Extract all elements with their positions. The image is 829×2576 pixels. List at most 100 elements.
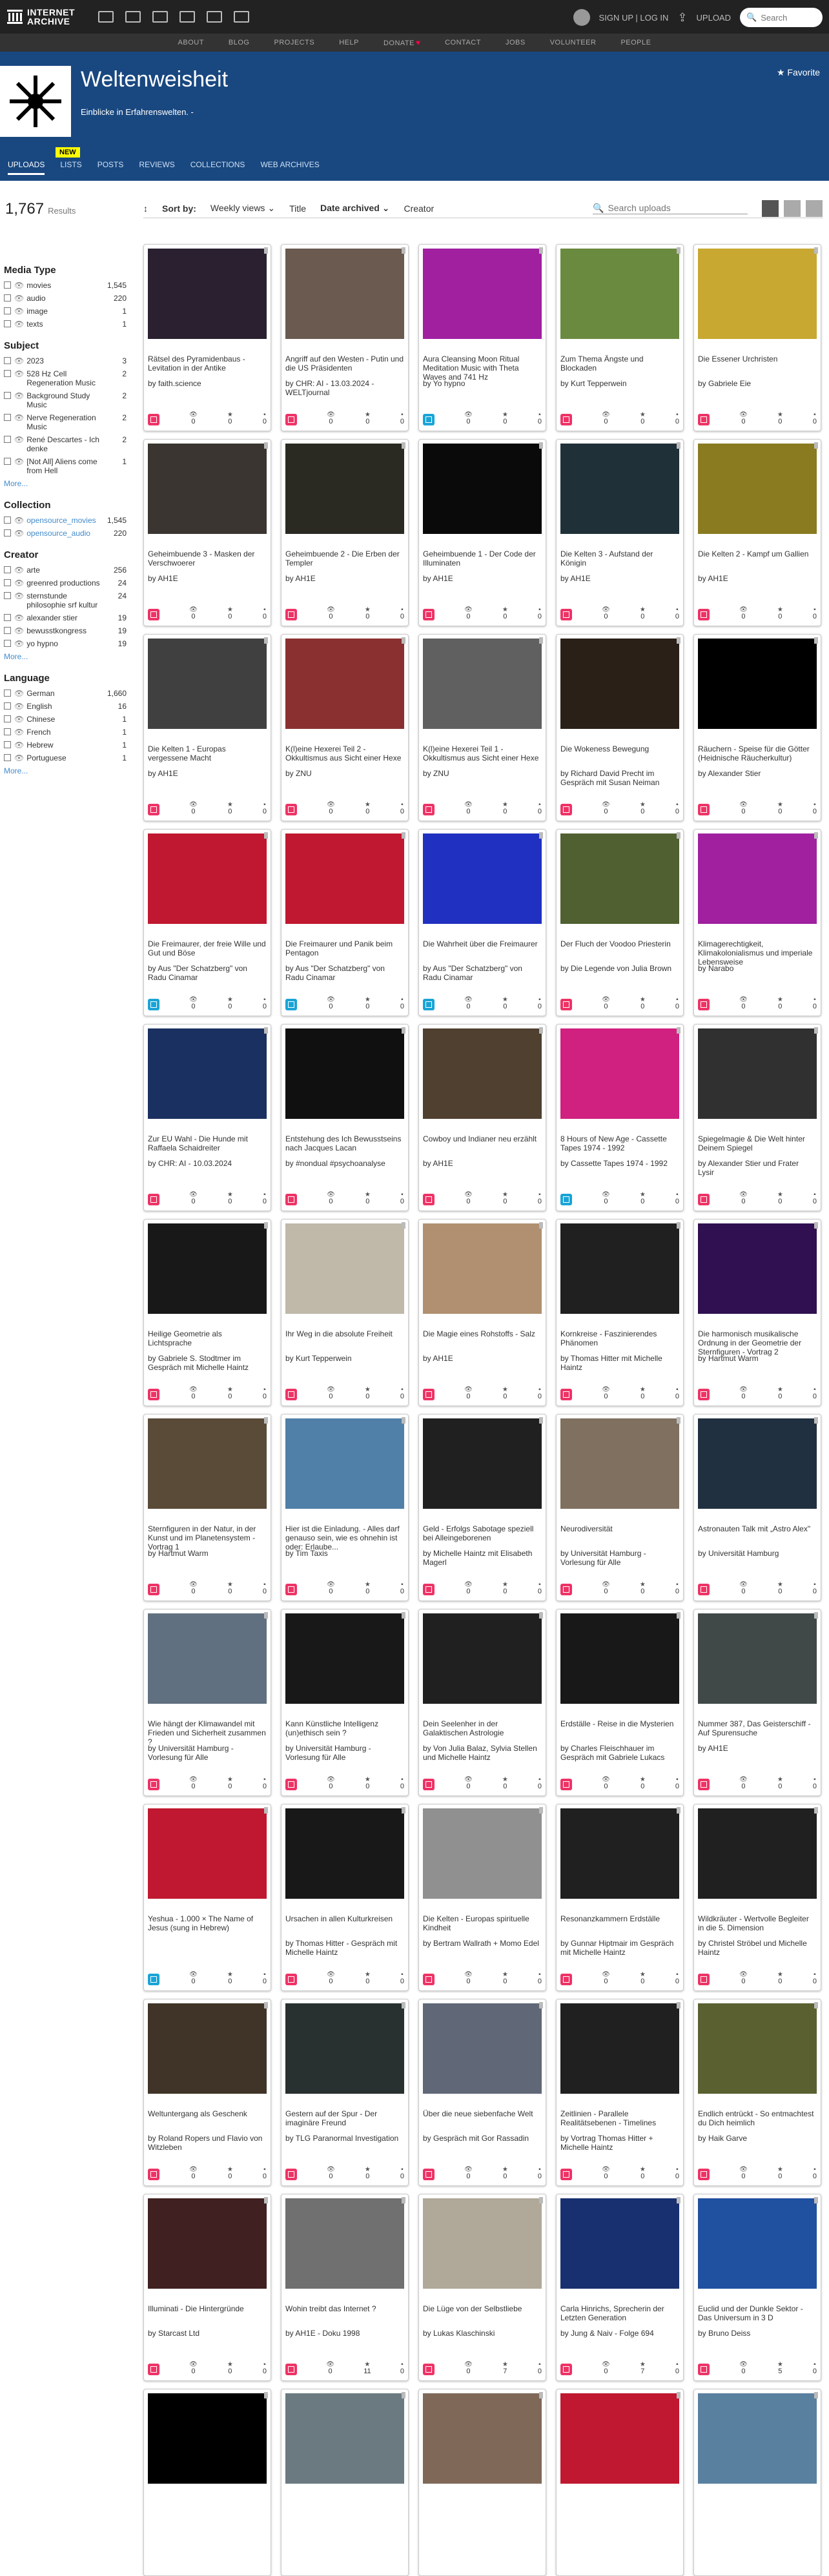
tile-menu-icon[interactable] <box>814 442 818 449</box>
tile-menu-icon[interactable] <box>402 2392 405 2398</box>
eye-icon[interactable]: 👁 <box>14 728 24 737</box>
item-title[interactable]: Wie hängt der Klimawandel mit Frieden un… <box>148 1719 267 1746</box>
item-title[interactable]: Sternfiguren in der Natur, in der Kunst … <box>148 1524 267 1551</box>
item-tile[interactable]: K(l)eine Hexerei Teil 2 - Okkultismus au… <box>281 634 409 821</box>
texts-icon[interactable] <box>125 11 141 23</box>
search-uploads[interactable]: 🔍 <box>593 203 748 214</box>
item-tile[interactable]: Ursachen in allen Kulturkreisen by Thomas… <box>281 1804 409 1991</box>
item-thumbnail[interactable] <box>148 2198 267 2289</box>
item-tile[interactable]: Geheimbuende 2 - Die Erben der Templer by… <box>281 439 409 626</box>
item-thumbnail[interactable] <box>285 1223 404 1314</box>
item-thumbnail[interactable] <box>560 1028 679 1119</box>
facet-row[interactable]: 👁 French 1 <box>4 728 127 737</box>
item-thumbnail[interactable] <box>148 1418 267 1509</box>
item-tile[interactable] <box>418 2389 546 2576</box>
tab-web-archives[interactable]: WEB ARCHIVES <box>260 160 319 175</box>
eye-icon[interactable]: 👁 <box>14 715 24 724</box>
facet-checkbox[interactable] <box>4 436 11 443</box>
top-search-input[interactable] <box>761 12 819 23</box>
item-thumbnail[interactable] <box>423 639 542 729</box>
facet-checkbox[interactable] <box>4 516 11 524</box>
tile-menu-icon[interactable] <box>677 247 681 254</box>
item-thumbnail[interactable] <box>148 1808 267 1899</box>
eye-icon[interactable]: 👁 <box>14 741 24 750</box>
item-tile[interactable]: Zum Thema Ängste und Blockaden by Kurt Te… <box>556 244 684 431</box>
item-title[interactable]: 8 Hours of New Age - Cassette Tapes 1974… <box>560 1134 679 1152</box>
facet-checkbox[interactable] <box>4 294 11 302</box>
tile-menu-icon[interactable] <box>264 442 268 449</box>
item-title[interactable]: Neurodiversität <box>560 1524 679 1533</box>
item-thumbnail[interactable] <box>148 1223 267 1314</box>
facet-checkbox[interactable] <box>4 640 11 647</box>
facet-checkbox[interactable] <box>4 690 11 697</box>
item-thumbnail[interactable] <box>698 2003 817 2094</box>
item-thumbnail[interactable] <box>698 639 817 729</box>
item-tile[interactable]: Die Kelten - Europas spirituelle Kindhei… <box>418 1804 546 1991</box>
tile-menu-icon[interactable] <box>539 247 543 254</box>
facet-more-link[interactable]: More... <box>4 652 127 661</box>
facet-row[interactable]: 👁 Portuguese 1 <box>4 753 127 762</box>
top-search[interactable]: 🔍 <box>740 8 823 27</box>
item-thumbnail[interactable] <box>698 444 817 534</box>
tile-menu-icon[interactable] <box>677 2197 681 2203</box>
facet-checkbox[interactable] <box>4 754 11 761</box>
facet-row[interactable]: 👁 image 1 <box>4 307 127 316</box>
item-thumbnail[interactable] <box>285 1613 404 1704</box>
eye-icon[interactable]: 👁 <box>14 626 24 635</box>
eye-icon[interactable]: 👁 <box>14 578 24 588</box>
nav-jobs[interactable]: JOBS <box>506 39 526 46</box>
tile-menu-icon[interactable] <box>677 2392 681 2398</box>
tile-menu-icon[interactable] <box>677 1807 681 1814</box>
item-thumbnail[interactable] <box>285 833 404 924</box>
eye-icon[interactable]: 👁 <box>14 413 24 422</box>
facet-name[interactable]: opensource_audio <box>26 529 90 538</box>
item-thumbnail[interactable] <box>698 1418 817 1509</box>
tile-menu-icon[interactable] <box>539 2392 543 2398</box>
compact-view-icon[interactable] <box>806 199 823 217</box>
item-title[interactable]: Die Kelten 3 - Aufstand der Königin <box>560 549 679 567</box>
facet-row[interactable]: 👁 Chinese 1 <box>4 715 127 724</box>
item-title[interactable]: Cowboy und Indianer neu erzählt <box>423 1134 542 1143</box>
tile-menu-icon[interactable] <box>814 1417 818 1424</box>
item-tile[interactable]: Die Wahrheit über die Freimaurer by Aus "… <box>418 829 546 1016</box>
item-tile[interactable]: Wie hängt der Klimawandel mit Frieden un… <box>143 1609 271 1796</box>
tile-menu-icon[interactable] <box>814 1807 818 1814</box>
item-title[interactable]: Geheimbuende 2 - Die Erben der Templer <box>285 549 404 567</box>
facet-checkbox[interactable] <box>4 579 11 586</box>
item-title[interactable]: Kann Künstliche Intelligenz (un)ethisch … <box>285 1719 404 1737</box>
item-title[interactable]: Die Freimaurer und Panik beim Pentagon <box>285 939 404 957</box>
item-tile[interactable]: Illuminati - Die Hintergründe by Starcast… <box>143 2194 271 2381</box>
item-title[interactable]: Kornkreise - Faszinierendes Phänomen <box>560 1329 679 1347</box>
tile-menu-icon[interactable] <box>402 247 405 254</box>
item-thumbnail[interactable] <box>560 249 679 339</box>
tile-menu-icon[interactable] <box>677 1222 681 1229</box>
item-tile[interactable]: Carla Hinrichs, Sprecherin der Letzten G… <box>556 2194 684 2381</box>
item-thumbnail[interactable] <box>423 249 542 339</box>
item-thumbnail[interactable] <box>560 2198 679 2289</box>
item-title[interactable]: Dein Seelenher in der Galaktischen Astro… <box>423 1719 542 1737</box>
item-tile[interactable]: Gestern auf der Spur - Der imaginäre Fre… <box>281 1999 409 2186</box>
eye-icon[interactable]: 👁 <box>14 591 24 600</box>
item-tile[interactable]: K(l)eine Hexerei Teil 1 - Okkultismus au… <box>418 634 546 821</box>
item-tile[interactable] <box>693 2389 821 2576</box>
facet-row[interactable]: 👁 alexander stier 19 <box>4 613 127 622</box>
facet-row[interactable]: 👁 greenred productions 24 <box>4 578 127 588</box>
tile-menu-icon[interactable] <box>814 637 818 644</box>
item-title[interactable]: Erdställe - Reise in die Mysterien <box>560 1719 679 1728</box>
web-icon[interactable] <box>98 11 114 23</box>
tile-menu-icon[interactable] <box>814 1027 818 1034</box>
item-thumbnail[interactable] <box>698 1028 817 1119</box>
facet-row[interactable]: 👁 opensource_movies 1,545 <box>4 516 127 525</box>
facet-checkbox[interactable] <box>4 458 11 465</box>
item-tile[interactable]: Räuchern - Speise für die Götter (Heidni… <box>693 634 821 821</box>
item-thumbnail[interactable] <box>560 639 679 729</box>
tile-menu-icon[interactable] <box>264 1417 268 1424</box>
tile-menu-icon[interactable] <box>402 1222 405 1229</box>
item-title[interactable]: Die Wahrheit über die Freimaurer <box>423 939 542 948</box>
item-title[interactable]: Entstehung des Ich Bewusstseins nach Jac… <box>285 1134 404 1152</box>
facet-checkbox[interactable] <box>4 627 11 634</box>
item-title[interactable]: Die Wokeness Bewegung <box>560 744 679 753</box>
audio-icon[interactable] <box>179 11 195 23</box>
item-tile[interactable]: Wildkräuter - Wertvolle Begleiter in die… <box>693 1804 821 1991</box>
sort-arrow-icon[interactable]: ↕ <box>143 203 148 214</box>
